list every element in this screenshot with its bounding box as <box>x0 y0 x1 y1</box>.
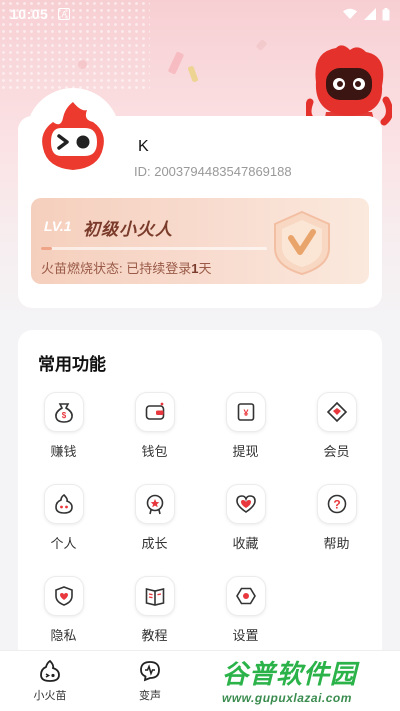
wallet-icon <box>145 402 164 420</box>
wifi-icon <box>343 8 357 19</box>
function-label: 会员 <box>323 444 350 459</box>
svg-text:¥: ¥ <box>243 408 248 418</box>
icon-container <box>43 484 84 524</box>
function-tutorial[interactable]: 教程 <box>109 576 200 644</box>
level-banner[interactable]: LV.1 初级小火人 火苗燃烧状态: 已持续登录1天 <box>31 198 369 284</box>
status-bar: 10:05 A <box>0 0 400 28</box>
function-label: 个人 <box>50 536 77 551</box>
function-settings[interactable]: 设置 <box>200 576 291 644</box>
function-favorites[interactable]: 收藏 <box>200 484 291 552</box>
vip-diamond-icon <box>326 401 347 423</box>
svg-text:$: $ <box>61 411 66 420</box>
avatar[interactable] <box>30 92 116 178</box>
icon-container <box>225 576 266 616</box>
function-label: 设置 <box>232 628 259 643</box>
function-personal[interactable]: 个人 <box>18 484 109 552</box>
login-streak-status: 火苗燃烧状态: 已持续登录1天 <box>41 258 211 277</box>
level-progress-fill <box>41 247 53 250</box>
watermark-url: www.gupuxlazai.com <box>222 691 352 705</box>
medal-icon <box>146 494 163 515</box>
function-withdraw[interactable]: ¥ 提现 <box>200 392 291 460</box>
shield-heart-icon <box>54 586 73 606</box>
flame-face-avatar-icon <box>42 102 104 170</box>
function-privacy[interactable]: 隐私 <box>18 576 109 644</box>
level-progress-bar <box>41 247 267 250</box>
section-title: 常用功能 <box>38 355 106 374</box>
function-label: 教程 <box>141 628 168 643</box>
voice-change-icon <box>140 661 160 682</box>
level-badge-icon <box>274 210 330 276</box>
confetti <box>187 65 199 83</box>
function-label: 隐私 <box>50 628 77 643</box>
status-indicators <box>342 7 390 21</box>
function-growth[interactable]: 成长 <box>109 484 200 552</box>
confetti <box>167 51 185 75</box>
function-help[interactable]: ? 帮助 <box>291 484 382 552</box>
svg-text:?: ? <box>333 498 340 512</box>
function-label: 帮助 <box>323 536 350 551</box>
function-label: 钱包 <box>141 444 168 459</box>
user-id: ID: 2003794483547869188 <box>134 164 292 179</box>
level-tag: LV.1 <box>44 218 72 234</box>
common-functions-card: 常用功能 $ 赚钱 钱包 ¥ 提现 会员 个人 成长 收藏 ? 帮助 隐私 教程… <box>18 330 382 670</box>
gear-icon <box>235 587 256 605</box>
function-label: 提现 <box>232 444 259 459</box>
tab-label: 变声 <box>139 690 161 702</box>
tab-little-flame[interactable]: 小火苗 <box>20 659 80 703</box>
confetti <box>78 60 87 69</box>
icon-container <box>225 484 266 524</box>
withdraw-icon: ¥ <box>237 403 254 421</box>
site-watermark: 谷普软件园 www.gupuxlazai.com <box>222 654 394 708</box>
function-label: 赚钱 <box>50 444 77 459</box>
function-label: 成长 <box>141 536 168 551</box>
icon-container <box>134 484 175 524</box>
username: K <box>138 138 149 155</box>
notification-icon: A <box>58 8 71 20</box>
heart-icon <box>235 495 256 513</box>
login-streak-suffix: 天 <box>198 261 212 276</box>
login-streak-prefix: 火苗燃烧状态: 已持续登录 <box>41 261 192 276</box>
flame-icon <box>40 659 60 682</box>
function-grid: $ 赚钱 钱包 ¥ 提现 会员 个人 成长 收藏 ? 帮助 隐私 教程 设置 <box>18 392 382 644</box>
function-wallet[interactable]: 钱包 <box>109 392 200 460</box>
money-bag-icon: $ <box>54 403 73 423</box>
tab-voice-change[interactable]: 变声 <box>120 659 180 703</box>
book-icon <box>145 587 164 606</box>
battery-icon <box>382 7 390 20</box>
icon-container: $ <box>43 392 84 432</box>
icon-container <box>134 392 175 432</box>
function-vip[interactable]: 会员 <box>291 392 382 460</box>
level-title: 初级小火人 <box>83 220 173 239</box>
icon-container <box>316 392 357 432</box>
flame-face-icon <box>54 493 73 514</box>
status-time: 10:05 <box>10 6 49 22</box>
function-earn-money[interactable]: $ 赚钱 <box>18 392 109 460</box>
watermark-title: 谷普软件园 <box>222 659 358 689</box>
confetti <box>255 38 268 52</box>
icon-container <box>43 576 84 616</box>
function-label: 收藏 <box>232 536 259 551</box>
question-icon: ? <box>327 494 346 514</box>
icon-container: ¥ <box>225 392 266 432</box>
signal-icon <box>364 8 376 20</box>
tab-label: 小火苗 <box>33 690 67 702</box>
icon-container <box>134 576 175 616</box>
icon-container: ? <box>316 484 357 524</box>
